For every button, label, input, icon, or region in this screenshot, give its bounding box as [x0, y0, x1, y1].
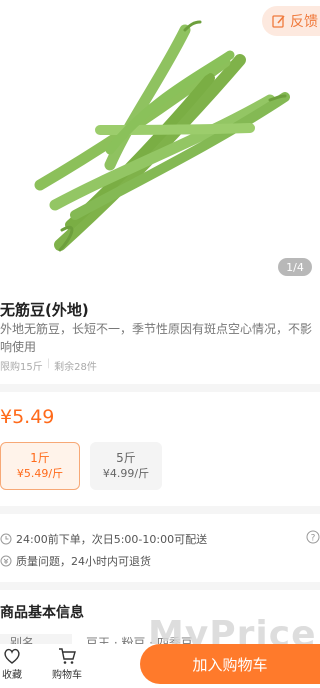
- add-to-cart-button[interactable]: 加入购物车: [140, 644, 320, 684]
- stock-remaining: 剩余28件: [54, 362, 97, 373]
- product-title: 无筋豆(外地): [0, 301, 89, 319]
- service-delivery: 24:00前下单，次日5:00-10:00可配送: [0, 530, 207, 548]
- product-limits: 限购15斤 | 剩余28件: [0, 358, 97, 373]
- refund-icon: [0, 555, 12, 567]
- section-divider: [0, 582, 320, 590]
- favorite-label: 收藏: [2, 670, 22, 681]
- section-divider: [0, 506, 320, 514]
- spec-unit-price: ¥5.49/斤: [16, 467, 64, 480]
- service-refund: 质量问题，24小时内可退货: [0, 552, 151, 570]
- help-icon[interactable]: ?: [306, 530, 320, 544]
- clock-icon: [0, 533, 12, 545]
- limit-separator: |: [46, 358, 51, 369]
- section-divider: [0, 384, 320, 392]
- spec-option-1[interactable]: 1斤 ¥5.49/斤: [0, 442, 80, 490]
- spec-unit: 5斤: [116, 451, 136, 465]
- heart-icon: [4, 648, 20, 664]
- edit-icon: [272, 15, 285, 28]
- bottom-action-bar: 收藏 购物车 加入购物车: [0, 644, 320, 688]
- favorite-button[interactable]: 收藏: [2, 646, 22, 681]
- feedback-label: 反馈: [290, 14, 318, 30]
- spec-option-2[interactable]: 5斤 ¥4.99/斤: [90, 442, 162, 490]
- cart-button[interactable]: 购物车: [52, 646, 82, 681]
- svg-text:?: ?: [311, 534, 316, 544]
- service-delivery-text: 24:00前下单，次日5:00-10:00可配送: [16, 533, 208, 546]
- spec-unit: 1斤: [30, 451, 50, 465]
- cart-icon: [59, 648, 76, 664]
- service-refund-text: 质量问题，24小时内可退货: [16, 555, 151, 568]
- gallery-page-indicator: 1/4: [278, 258, 312, 276]
- product-price: ¥5.49: [0, 406, 55, 428]
- product-image-gallery[interactable]: 反馈 1/4: [0, 0, 320, 285]
- purchase-limit: 限购15斤: [0, 362, 43, 373]
- feedback-button[interactable]: 反馈: [262, 6, 320, 36]
- product-description: 外地无筋豆，长短不一，季节性原因有斑点空心情况，不影响使用: [0, 322, 313, 354]
- green-beans-image: [34, 20, 290, 252]
- spec-unit-price: ¥4.99/斤: [102, 467, 150, 480]
- basic-info-title: 商品基本信息: [0, 605, 84, 621]
- cart-label: 购物车: [52, 670, 82, 681]
